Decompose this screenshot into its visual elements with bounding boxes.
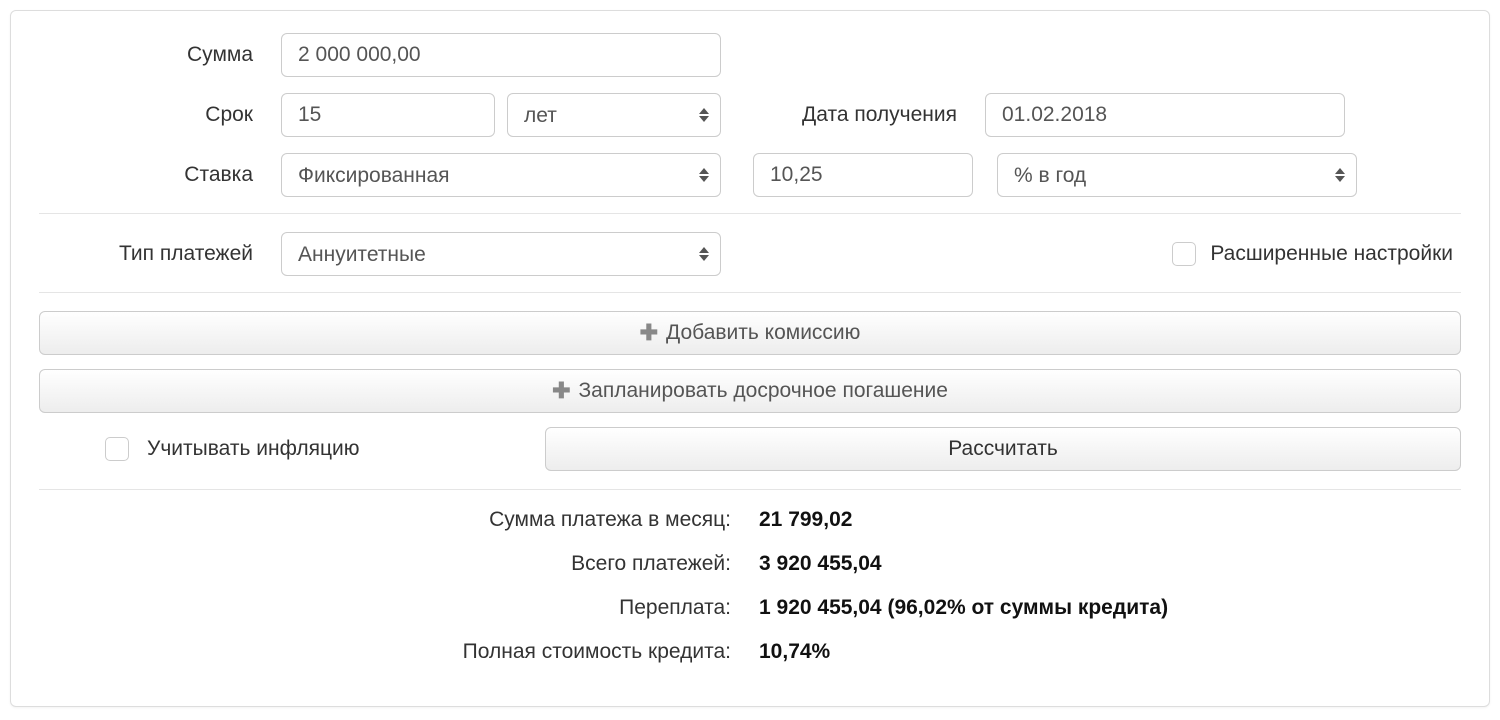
divider — [39, 489, 1461, 490]
plus-icon: ✚ — [552, 378, 570, 404]
label-term: Срок — [39, 103, 269, 127]
inflation-checkbox[interactable] — [105, 437, 129, 461]
label-inflation: Учитывать инфляцию — [147, 437, 360, 461]
row-amount: Сумма — [39, 33, 1461, 77]
result-overpay-label: Переплата: — [39, 596, 759, 620]
row-inflation-calc: Учитывать инфляцию Рассчитать — [39, 427, 1461, 471]
rate-input[interactable] — [753, 153, 973, 197]
date-input[interactable] — [985, 93, 1345, 137]
inflation-wrap: Учитывать инфляцию — [39, 437, 529, 461]
advanced-settings-wrap: Расширенные настройки — [1172, 242, 1461, 266]
plus-icon: ✚ — [640, 320, 658, 346]
row-payment-type: Тип платежей Аннуитетные Расширенные нас… — [39, 232, 1461, 276]
result-total: Всего платежей: 3 920 455,04 — [39, 552, 1461, 576]
label-date: Дата получения — [733, 103, 973, 127]
early-payment-label: Запланировать досрочное погашение — [579, 379, 948, 403]
result-total-value: 3 920 455,04 — [759, 552, 882, 576]
divider — [39, 213, 1461, 214]
result-monthly-value: 21 799,02 — [759, 508, 852, 532]
rate-type-select[interactable]: Фиксированная — [281, 153, 721, 197]
result-monthly-label: Сумма платежа в месяц: — [39, 508, 759, 532]
result-total-label: Всего платежей: — [39, 552, 759, 576]
result-fullcost: Полная стоимость кредита: 10,74% — [39, 640, 1461, 664]
calculate-button[interactable]: Рассчитать — [545, 427, 1461, 471]
loan-calculator-panel: Сумма Срок лет Дата получения Ставка Фик… — [10, 10, 1490, 707]
add-commission-label: Добавить комиссию — [666, 321, 860, 345]
result-fullcost-label: Полная стоимость кредита: — [39, 640, 759, 664]
early-payment-button[interactable]: ✚ Запланировать досрочное погашение — [39, 369, 1461, 413]
payment-type-select-wrap: Аннуитетные — [281, 232, 721, 276]
rate-unit-select[interactable]: % в год — [997, 153, 1357, 197]
row-rate: Ставка Фиксированная % в год — [39, 153, 1461, 197]
term-input[interactable] — [281, 93, 495, 137]
add-commission-button[interactable]: ✚ Добавить комиссию — [39, 311, 1461, 355]
amount-input[interactable] — [281, 33, 721, 77]
result-overpay-value: 1 920 455,04 (96,02% от суммы кредита) — [759, 596, 1168, 620]
result-fullcost-value: 10,74% — [759, 640, 830, 664]
row-term-date: Срок лет Дата получения — [39, 93, 1461, 137]
term-unit-select[interactable]: лет — [507, 93, 721, 137]
label-advanced: Расширенные настройки — [1210, 242, 1453, 266]
label-payment-type: Тип платежей — [39, 242, 269, 266]
result-monthly: Сумма платежа в месяц: 21 799,02 — [39, 508, 1461, 532]
rate-type-select-wrap: Фиксированная — [281, 153, 721, 197]
rate-unit-select-wrap: % в год — [997, 153, 1357, 197]
advanced-settings-checkbox[interactable] — [1172, 242, 1196, 266]
label-amount: Сумма — [39, 43, 269, 67]
payment-type-select[interactable]: Аннуитетные — [281, 232, 721, 276]
results-section: Сумма платежа в месяц: 21 799,02 Всего п… — [39, 508, 1461, 664]
term-unit-select-wrap: лет — [507, 93, 721, 137]
label-rate: Ставка — [39, 163, 269, 187]
divider — [39, 292, 1461, 293]
result-overpay: Переплата: 1 920 455,04 (96,02% от суммы… — [39, 596, 1461, 620]
